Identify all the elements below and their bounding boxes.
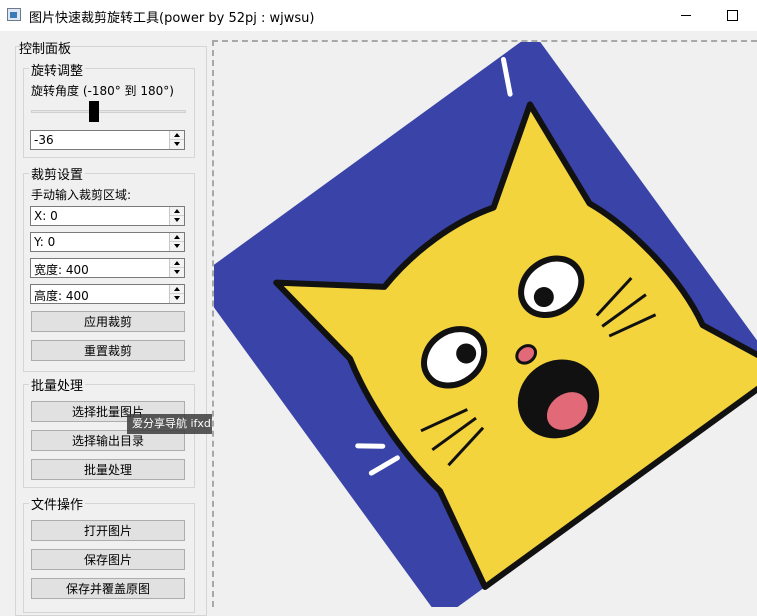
control-panel-title: 控制面板 <box>19 42 72 57</box>
spin-up-icon[interactable] <box>170 259 184 268</box>
rotation-slider-handle[interactable] <box>89 101 99 122</box>
rotation-angle-label: 旋转角度 (-180° 到 180°) <box>31 84 174 98</box>
spin-up-icon[interactable] <box>170 285 184 294</box>
crop-height-value: 高度: 400 <box>34 289 89 303</box>
maximize-button[interactable] <box>715 4 749 26</box>
preview-image <box>214 42 757 607</box>
crop-y-value: Y: 0 <box>34 235 56 249</box>
image-preview-canvas[interactable] <box>212 40 757 607</box>
spin-buttons <box>169 207 184 225</box>
open-image-button[interactable]: 打开图片 <box>31 520 185 541</box>
spin-up-icon[interactable] <box>170 233 184 242</box>
rotation-slider-track[interactable] <box>31 110 186 113</box>
apply-crop-button[interactable]: 应用裁剪 <box>31 311 185 332</box>
crop-width-field[interactable]: 宽度: 400 <box>30 258 185 278</box>
spin-up-icon[interactable] <box>170 131 184 140</box>
spin-buttons <box>169 285 184 303</box>
reset-crop-button[interactable]: 重置裁剪 <box>31 340 185 361</box>
spin-buttons <box>169 131 184 149</box>
rotation-group-title: 旋转调整 <box>29 60 86 79</box>
maximize-icon <box>726 9 738 21</box>
cat-silhouette <box>273 101 757 591</box>
batch-group-title: 批量处理 <box>29 375 86 394</box>
title-bar: 图片快速裁剪旋转工具(power by 52pj : wjwsu) <box>0 0 757 31</box>
crop-x-field[interactable]: X: 0 <box>30 206 185 226</box>
rotation-angle-value: -36 <box>34 133 54 147</box>
save-image-button[interactable]: 保存图片 <box>31 549 185 570</box>
spin-up-icon[interactable] <box>170 207 184 216</box>
window-title: 图片快速裁剪旋转工具(power by 52pj : wjwsu) <box>29 11 315 26</box>
spin-down-icon[interactable] <box>170 140 184 149</box>
spin-buttons <box>169 259 184 277</box>
rotated-image-group <box>214 42 757 607</box>
spin-down-icon[interactable] <box>170 216 184 225</box>
rotation-angle-spinbox[interactable]: -36 <box>30 130 185 150</box>
save-overwrite-button[interactable]: 保存并覆盖原图 <box>31 578 185 599</box>
file-ops-group-title: 文件操作 <box>29 494 86 513</box>
minimize-button[interactable] <box>669 4 703 26</box>
crop-group-title: 裁剪设置 <box>29 164 86 183</box>
crop-manual-label: 手动输入裁剪区域: <box>31 188 132 202</box>
crop-width-value: 宽度: 400 <box>34 263 89 277</box>
crop-x-value: X: 0 <box>34 209 58 223</box>
minimize-icon <box>681 14 691 16</box>
spin-buttons <box>169 233 184 251</box>
spin-down-icon[interactable] <box>170 268 184 277</box>
spin-down-icon[interactable] <box>170 242 184 251</box>
app-icon <box>7 8 21 21</box>
crop-y-field[interactable]: Y: 0 <box>30 232 185 252</box>
batch-process-button[interactable]: 批量处理 <box>31 459 185 480</box>
spin-down-icon[interactable] <box>170 294 184 303</box>
crop-height-field[interactable]: 高度: 400 <box>30 284 185 304</box>
